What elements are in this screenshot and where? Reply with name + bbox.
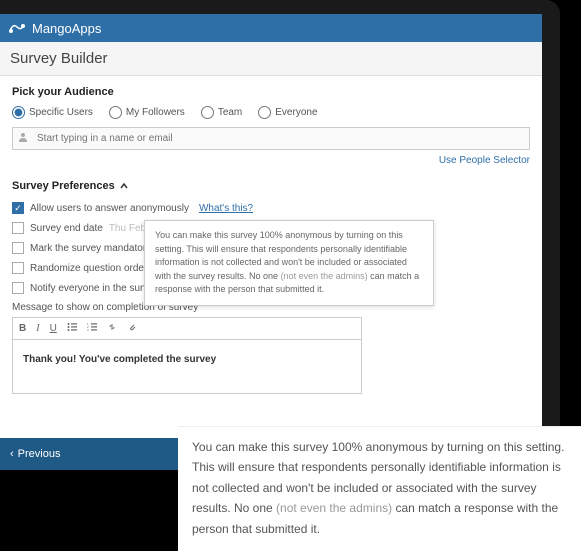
audience-radio-group: Specific Users My Followers Team Everyon… bbox=[12, 106, 530, 119]
person-icon bbox=[18, 132, 28, 145]
pref-anonymous: ✓ Allow users to answer anonymously What… bbox=[12, 202, 530, 214]
name-email-input[interactable] bbox=[12, 127, 530, 150]
bold-button[interactable]: B bbox=[19, 323, 26, 334]
checkbox-randomize[interactable] bbox=[12, 262, 24, 274]
mandatory-label: Mark the survey mandatory bbox=[30, 243, 151, 254]
checkbox-mandatory[interactable] bbox=[12, 242, 24, 254]
previous-button[interactable]: Previous bbox=[18, 448, 61, 460]
chevron-up-icon bbox=[119, 181, 129, 191]
anonymous-tooltip: You can make this survey 100% anonymous … bbox=[144, 220, 434, 306]
radio-specific-users[interactable]: Specific Users bbox=[12, 106, 93, 119]
randomize-label: Randomize question order bbox=[30, 263, 147, 274]
overlay-em: (not even the admins) bbox=[276, 501, 392, 515]
radio-everyone[interactable]: Everyone bbox=[258, 106, 317, 119]
content-area: Pick your Audience Specific Users My Fol… bbox=[0, 76, 542, 404]
audience-label: Pick your Audience bbox=[12, 86, 530, 98]
editor-toolbar: B I U 123 bbox=[13, 318, 361, 340]
underline-button[interactable]: U bbox=[50, 323, 57, 334]
svg-text:3: 3 bbox=[87, 328, 89, 332]
app-header: MangoApps bbox=[0, 14, 542, 42]
bullet-list-button[interactable] bbox=[67, 322, 77, 335]
radio-followers-input[interactable] bbox=[109, 106, 122, 119]
rich-text-editor: B I U 123 Thank you! You've completed th… bbox=[12, 317, 362, 394]
radio-everyone-label: Everyone bbox=[275, 107, 317, 118]
people-selector-link[interactable]: Use People Selector bbox=[439, 155, 530, 166]
attachment-button[interactable] bbox=[127, 322, 137, 335]
whats-this-link[interactable]: What's this? bbox=[199, 203, 253, 214]
radio-everyone-input[interactable] bbox=[258, 106, 271, 119]
overlay-tooltip: You can make this survey 100% anonymous … bbox=[178, 426, 581, 551]
radio-team[interactable]: Team bbox=[201, 106, 242, 119]
brand-name: MangoApps bbox=[32, 21, 101, 36]
numbered-list-button[interactable]: 123 bbox=[87, 322, 97, 335]
radio-specific-input[interactable] bbox=[12, 106, 25, 119]
radio-specific-label: Specific Users bbox=[29, 107, 93, 118]
radio-team-label: Team bbox=[218, 107, 242, 118]
italic-button[interactable]: I bbox=[36, 323, 39, 334]
pref-end-date: Survey end date Thu Feb 15, 20 You can m… bbox=[12, 222, 530, 234]
anonymous-label: Allow users to answer anonymously bbox=[30, 203, 189, 214]
prefs-header-text: Survey Preferences bbox=[12, 180, 115, 192]
radio-my-followers[interactable]: My Followers bbox=[109, 106, 185, 119]
tooltip-em: (not even the admins) bbox=[281, 271, 368, 281]
brand-icon bbox=[8, 21, 26, 35]
radio-team-input[interactable] bbox=[201, 106, 214, 119]
checkbox-anonymous[interactable]: ✓ bbox=[12, 202, 24, 214]
chevron-left-icon: ‹ bbox=[10, 448, 14, 460]
checkbox-end-date[interactable] bbox=[12, 222, 24, 234]
name-input-wrap bbox=[12, 127, 530, 150]
page-title: Survey Builder bbox=[0, 42, 542, 76]
radio-followers-label: My Followers bbox=[126, 107, 185, 118]
people-selector-row: Use People Selector bbox=[12, 154, 530, 166]
link-button[interactable] bbox=[107, 322, 117, 335]
checkbox-notify[interactable] bbox=[12, 282, 24, 294]
editor-content[interactable]: Thank you! You've completed the survey bbox=[13, 340, 361, 393]
survey-preferences-header[interactable]: Survey Preferences bbox=[12, 180, 530, 192]
end-date-label: Survey end date bbox=[30, 223, 103, 234]
laptop-screen: MangoApps Survey Builder Pick your Audie… bbox=[0, 0, 560, 470]
